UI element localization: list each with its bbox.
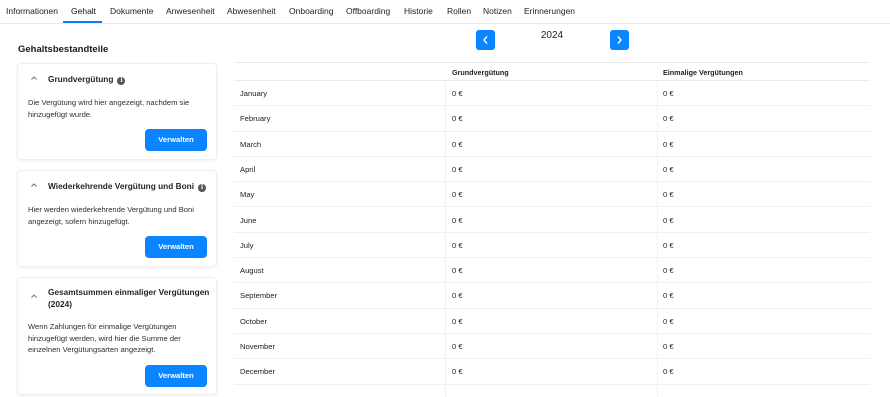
einmalige-verguetungen-cell: 0 € (663, 190, 674, 200)
month-cell: June (240, 215, 257, 225)
section-title: Gehaltsbestandteile (18, 44, 109, 55)
einmalige-verguetungen-cell: 0 € (663, 89, 674, 98)
card-grundverguetung: Grundvergütung i Die Vergütung wird hier … (17, 63, 217, 160)
verwalten-button[interactable]: Verwalten (145, 129, 207, 151)
tab-rollen[interactable]: Rollen (447, 6, 471, 16)
einmalige-verguetungen-cell: 0 € (663, 316, 674, 326)
month-cell: December (240, 367, 276, 377)
table-row: January 0 € 0 € (234, 81, 870, 107)
month-cell: February (240, 114, 271, 124)
tab-bar: Informationen Gehalt Dokumente Anwesenhe… (0, 0, 890, 24)
einmalige-verguetungen-cell: 0 € (663, 215, 674, 225)
tab-offboarding[interactable]: Offboarding (346, 6, 390, 16)
table-row: August 0 € 0 € (234, 258, 870, 284)
card-title: Grundvergütung i (48, 73, 126, 85)
month-cell: July (240, 240, 254, 250)
month-cell: April (240, 164, 256, 174)
verwalten-button[interactable]: Verwalten (145, 365, 207, 387)
grundverguetung-cell: 0 € (452, 291, 463, 301)
einmalige-verguetungen-cell: 0 € (663, 266, 674, 276)
grundverguetung-cell: 0 € (452, 266, 463, 276)
table-row: April 0 € 0 € (234, 157, 870, 183)
card-description: Hier werden wiederkehrende Vergütung und… (28, 205, 194, 226)
month-cell: May (240, 190, 255, 200)
tab-gehalt[interactable]: Gehalt (71, 6, 96, 16)
card-title: Wiederkehrende Vergütung und Boni i (48, 180, 207, 192)
grundverguetung-cell: 0 € (452, 139, 463, 149)
card-description: Die Vergütung wird hier angezeigt, nachd… (28, 98, 190, 119)
einmalige-verguetungen-cell: 0 € (663, 291, 674, 301)
month-cell: November (240, 342, 276, 351)
chevron-up-icon[interactable] (30, 292, 40, 302)
table-row: October 0 € 0 € (234, 309, 870, 334)
grundverguetung-cell: 0 € (452, 114, 463, 124)
table-row: September 0 € 0 € (234, 283, 870, 309)
table-row: February 0 € 0 € (234, 106, 870, 132)
table-row: May 0 € 0 € (234, 182, 870, 208)
tab-historie[interactable]: Historie (404, 6, 433, 16)
grundverguetung-cell: 0 € (452, 215, 463, 225)
grundverguetung-cell: 0 € (452, 89, 463, 98)
header-einmalige-verguetungen: Einmalige Vergütungen (663, 68, 743, 77)
table-row: June 0 € 0 € (234, 208, 870, 233)
card-title: Gesamtsummen einmaliger Vergütungen (202… (48, 287, 210, 309)
grundverguetung-cell: 0 € (452, 164, 463, 174)
grundverguetung-cell: 0 € (452, 190, 463, 200)
einmalige-verguetungen-cell: 0 € (663, 139, 674, 149)
header-grundverguetung: Grundvergütung (452, 68, 509, 77)
chevron-left-icon (483, 36, 488, 44)
tab-onboarding[interactable]: Onboarding (289, 6, 333, 16)
month-cell: January (240, 89, 268, 98)
chevron-up-icon[interactable] (30, 181, 40, 191)
chevron-right-icon (617, 36, 622, 44)
previous-year-button[interactable] (476, 30, 495, 50)
card-einmalige-verguetungen: Gesamtsummen einmaliger Vergütungen (202… (17, 277, 217, 395)
table-row: November 0 € 0 € (234, 334, 870, 360)
table-row: March 0 € 0 € (234, 132, 870, 157)
month-cell: October (240, 316, 268, 326)
card-description: Wenn Zahlungen für einmalige Vergütungen… (28, 322, 181, 354)
next-year-button[interactable] (610, 30, 629, 50)
tab-erinnerungen[interactable]: Erinnerungen (524, 6, 575, 16)
year-label: 2024 (540, 30, 564, 41)
tab-abwesenheit[interactable]: Abwesenheit (227, 6, 276, 16)
tab-notizen[interactable]: Notizen (483, 6, 512, 16)
tab-informationen[interactable]: Informationen (6, 6, 58, 16)
info-icon[interactable]: i (198, 184, 207, 192)
card-title-text: Wiederkehrende Vergütung und Boni (48, 181, 195, 191)
grundverguetung-cell: 0 € (452, 240, 463, 250)
card-wiederkehrende-verguetung: Wiederkehrende Vergütung und Boni i Hier … (17, 170, 217, 267)
grundverguetung-cell: 0 € (452, 342, 463, 351)
active-tab-indicator (63, 21, 102, 23)
card-title-text: Grundvergütung (48, 74, 114, 84)
month-cell: March (240, 139, 262, 149)
tab-anwesenheit[interactable]: Anwesenheit (166, 6, 215, 16)
grundverguetung-cell: 0 € (452, 316, 463, 326)
month-cell: September (240, 291, 278, 301)
table-row: July 0 € 0 € (234, 233, 870, 259)
einmalige-verguetungen-cell: 0 € (663, 114, 674, 124)
grundverguetung-cell: 0 € (452, 367, 463, 377)
month-cell: August (240, 266, 264, 276)
verwalten-button[interactable]: Verwalten (145, 236, 207, 258)
einmalige-verguetungen-cell: 0 € (663, 342, 674, 351)
einmalige-verguetungen-cell: 0 € (663, 240, 674, 250)
table-header: Grundvergütung Einmalige Vergütungen (234, 62, 870, 81)
einmalige-verguetungen-cell: 0 € (663, 367, 674, 377)
info-icon[interactable]: i (117, 77, 126, 85)
einmalige-verguetungen-cell: 0 € (663, 164, 674, 174)
chevron-up-icon[interactable] (30, 74, 40, 84)
table-row: December 0 € 0 € (234, 359, 870, 385)
tab-dokumente[interactable]: Dokumente (110, 6, 153, 16)
